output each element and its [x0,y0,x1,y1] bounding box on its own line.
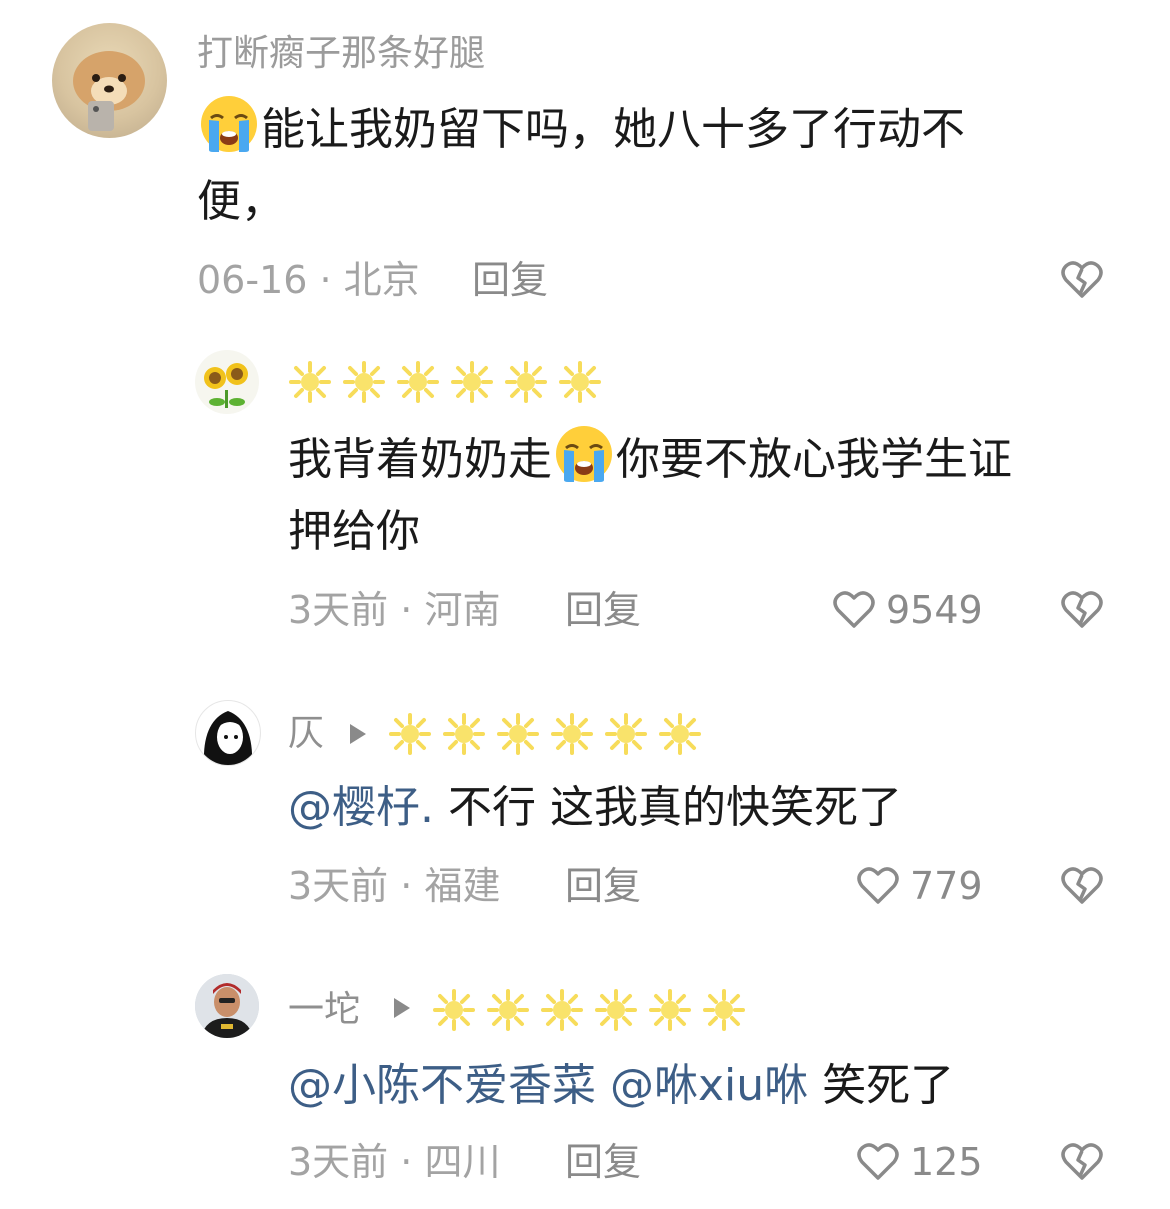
sun-star-icon [433,989,475,1031]
like-count: 779 [910,864,983,908]
meta-separator: · [388,1140,425,1184]
play-icon [350,724,366,744]
comment-date: 3天前 [288,588,389,632]
comment-meta: 06-16 · 北京 [197,258,420,302]
sun-star-icon [541,989,583,1031]
mention-link[interactable]: @咻xiu咻 [610,1060,808,1111]
comment-text-line: 笑死了 [808,1060,955,1111]
broken-heart-icon[interactable] [1060,864,1104,908]
comment-location: 河南 [424,588,501,632]
comment-text-line: 不行 这我真的快笑死了 [434,782,902,833]
like-button[interactable]: 125 [856,1140,983,1184]
avatar[interactable] [195,350,259,414]
meta-separator: · [307,258,344,302]
sun-star-icon [703,989,745,1031]
sunflower-avatar-icon [204,363,248,408]
sun-star-icon [389,713,431,755]
sun-star-icon [497,713,539,755]
mention-link[interactable]: @小陈不爱香菜 [288,1060,596,1111]
comment-text: @樱杍. 不行 这我真的快笑死了 [288,772,1108,844]
comment-text-line: 押给你 [288,506,420,557]
broken-heart-icon[interactable] [1060,258,1104,302]
comment-text-line: 你要不放心我学生证 [616,434,1012,485]
comment-text: @小陈不爱香菜 @咻xiu咻 笑死了 [288,1050,1108,1122]
sun-star-icon [649,989,691,1031]
sun-star-icon [397,361,439,403]
like-button[interactable]: 779 [856,864,983,908]
sun-star-icon [451,361,493,403]
sun-star-icon [443,713,485,755]
comment-text-line: 我背着奶奶走 [288,434,552,485]
sun-star-icon [595,989,637,1031]
like-count: 125 [910,1140,983,1184]
comment-text-line: 便， [197,176,285,227]
sun-star-icon [605,713,647,755]
anime-girl-avatar-icon [203,711,253,765]
comment-meta: 3天前 · 河南 [288,588,500,632]
sun-star-icon [551,713,593,755]
reply-button[interactable]: 回复 [565,864,641,908]
loudly-crying-face-icon [554,424,614,484]
badge-stars [432,988,746,1032]
reply-button[interactable]: 回复 [565,588,641,632]
avatar[interactable] [195,700,261,766]
heart-icon [857,1143,899,1180]
reply-button[interactable]: 回复 [565,1140,641,1184]
comment-location: 福建 [424,864,501,908]
username-stars[interactable] [288,360,602,404]
comment-meta: 3天前 · 四川 [288,1140,500,1184]
heart-icon [833,591,875,628]
comment-date: 3天前 [288,864,389,908]
dog-avatar-icon [73,51,145,131]
reply-button[interactable]: 回复 [472,258,548,302]
username[interactable]: 打断瘸子那条好腿 [197,34,485,74]
avatar[interactable] [52,23,167,138]
comment-text: 能让我奶留下吗，她八十多了行动不 便， [197,94,1097,238]
avatar[interactable] [195,974,259,1038]
like-count: 9549 [886,588,983,632]
play-icon [394,998,410,1018]
comment-date: 3天前 [288,1140,389,1184]
comment-date: 06-16 [197,258,308,302]
heart-icon [857,867,899,904]
sun-star-icon [659,713,701,755]
broken-heart-icon[interactable] [1060,1140,1104,1184]
sun-star-icon [343,361,385,403]
like-button[interactable]: 9549 [832,588,983,632]
loudly-crying-face-icon [199,94,259,154]
username[interactable]: 仄 [288,714,324,754]
broken-heart-icon[interactable] [1060,588,1104,632]
meta-separator: · [388,864,425,908]
comment-text-line: 能让我奶留下吗，她八十多了行动不 [261,104,965,155]
comment-location: 四川 [424,1140,501,1184]
comment-text: 我背着奶奶走 你要不放心我学生证 押给你 [288,424,1108,568]
comment-location: 北京 [343,258,420,302]
username[interactable]: 一坨 [288,990,360,1030]
sun-star-icon [487,989,529,1031]
sun-star-icon [559,361,601,403]
sun-star-icon [289,361,331,403]
sun-star-icon [505,361,547,403]
mention-link[interactable]: @樱杍. [288,782,434,833]
badge-stars [388,712,702,756]
comment-meta: 3天前 · 福建 [288,864,500,908]
man-avatar-icon [195,974,259,1038]
meta-separator: · [388,588,425,632]
